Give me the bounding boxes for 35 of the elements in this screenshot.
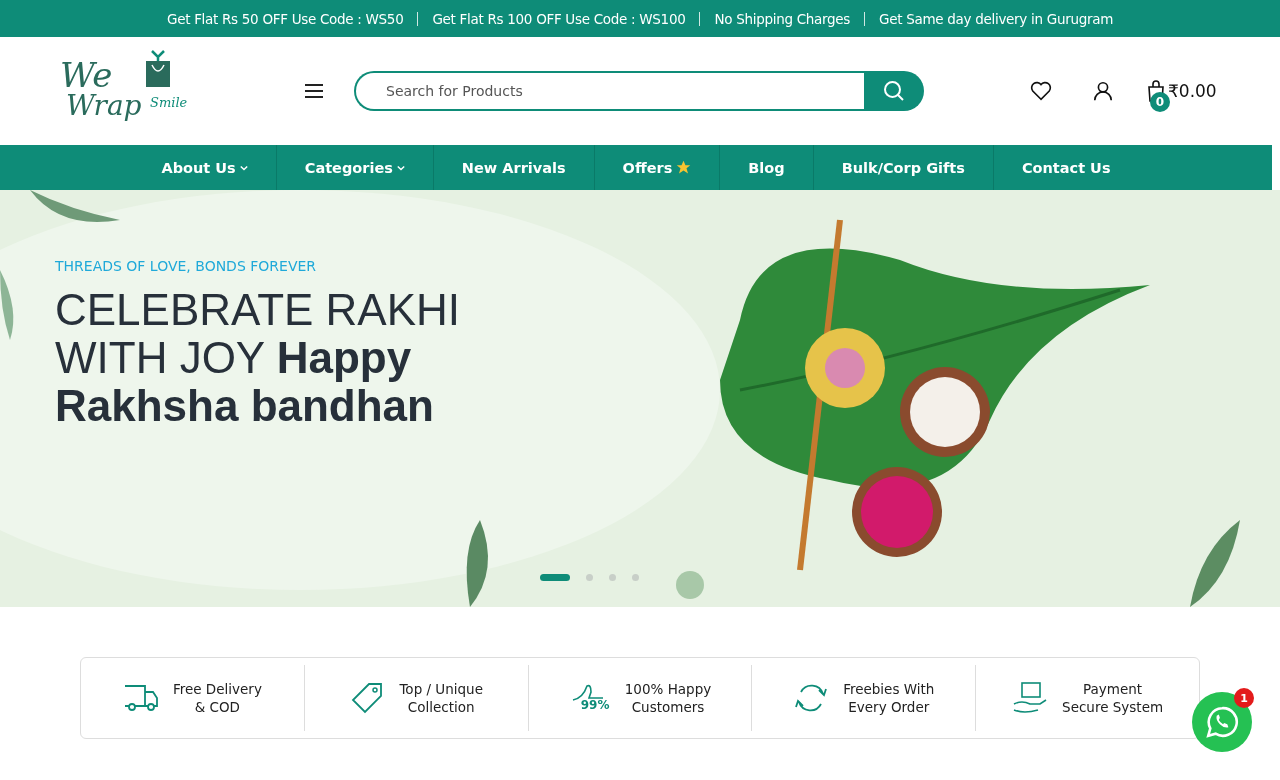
slide-dot[interactable] [609, 574, 616, 581]
feature-title: Freebies With [843, 680, 935, 698]
search-icon [882, 79, 906, 103]
nav-link[interactable]: Contact Us [993, 145, 1139, 190]
slide-dot[interactable] [632, 574, 639, 581]
feature-subtitle: Secure System [1062, 698, 1164, 716]
logo[interactable]: We Wrap Smile [58, 47, 200, 135]
announcement-text: Get Flat Rs 100 OFF Use Code : WS100 [432, 10, 686, 27]
cart-total[interactable]: ₹0.00 [1168, 81, 1217, 101]
feature-subtitle: Every Order [847, 698, 931, 716]
feature-subtitle: Collection [406, 698, 476, 716]
notification-badge: 1 [1234, 688, 1254, 708]
announcement-text: Get Flat Rs 50 OFF Use Code : WS50 [167, 10, 404, 27]
feature-subtitle: Customers [630, 698, 706, 716]
star-icon [676, 160, 692, 175]
search-button[interactable] [864, 71, 924, 111]
whatsapp-icon [1205, 705, 1239, 739]
feature-title: 100% Happy [624, 680, 712, 698]
announcement-text: No Shipping Charges [714, 10, 851, 27]
slide-dot[interactable] [586, 574, 593, 581]
search-field[interactable]: Search for Products [354, 71, 864, 111]
feature-title: Free Delivery [172, 680, 262, 698]
hero-title: CELEBRATE RAKHI WITH JOY Happy Rakhsha bandhan [55, 286, 462, 430]
account-icon[interactable] [1092, 80, 1114, 102]
announcement-text: Get Same day delivery in Gurugram [879, 10, 1113, 27]
chevron-down-icon [396, 164, 405, 171]
chevron-down-icon [239, 164, 248, 171]
feature-title: Payment [1082, 680, 1144, 698]
payment-icon [1012, 680, 1049, 716]
heart-icon[interactable] [1030, 80, 1052, 102]
feature-title: Top / Unique [399, 680, 483, 698]
feature-subtitle: & COD [193, 698, 242, 716]
cart-count-badge: 0 [1150, 92, 1170, 112]
menu-icon[interactable] [304, 83, 324, 99]
hero-eyebrow: THREADS OF LOVE, BONDS FOREVER [55, 258, 318, 274]
